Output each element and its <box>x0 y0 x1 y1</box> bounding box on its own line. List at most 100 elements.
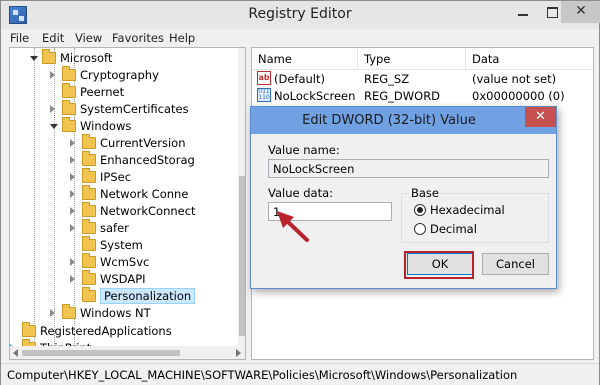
menu-help[interactable]: Help <box>169 31 195 45</box>
tree-horizontal-scrollbar[interactable] <box>10 346 245 359</box>
list-item[interactable]: ab (Default) REG_SZ (value not set) <box>252 71 593 87</box>
folder-icon <box>82 270 96 285</box>
tree-item[interactable]: EnhancedStorag <box>10 151 230 169</box>
ok-button-highlight <box>404 251 474 279</box>
expand-arrow-icon[interactable] <box>70 258 75 266</box>
cancel-button[interactable]: Cancel <box>482 253 549 275</box>
tree-item-label: Windows NT <box>80 306 151 320</box>
folder-icon <box>62 100 76 115</box>
value-name: NoLockScreen <box>274 89 356 103</box>
tree-item-label: safer <box>100 221 129 235</box>
expand-arrow-icon[interactable] <box>70 190 75 198</box>
menu-bar: File Edit View Favorites Help <box>1 29 599 49</box>
value-data: 0x00000000 (0) <box>472 89 565 103</box>
expand-arrow-icon[interactable] <box>70 224 75 232</box>
string-value-icon: ab <box>257 71 271 85</box>
dialog-close-button[interactable]: ✕ <box>525 107 556 127</box>
base-group-label: Base <box>409 186 442 200</box>
folder-icon <box>82 202 96 217</box>
tree-item[interactable]: safer <box>10 219 230 237</box>
tree-item[interactable]: System <box>10 236 230 254</box>
tree-item-label: Peernet <box>80 85 125 99</box>
folder-icon <box>82 185 96 200</box>
decimal-radio[interactable] <box>414 223 426 235</box>
tree-item[interactable]: CurrentVersion <box>10 134 230 152</box>
expand-arrow-icon[interactable] <box>50 105 55 113</box>
list-header: Name Type Data <box>252 48 593 70</box>
folder-icon <box>82 253 96 268</box>
folder-icon <box>62 117 76 132</box>
status-bar: Computer\HKEY_LOCAL_MACHINE\SOFTWARE\Pol… <box>1 363 599 385</box>
tree-item[interactable]: RegisteredApplications <box>10 322 230 340</box>
decimal-label[interactable]: Decimal <box>430 222 477 236</box>
column-header-type[interactable]: Type <box>364 52 390 66</box>
list-item[interactable]: 011 110 NoLockScreen REG_DWORD 0x0000000… <box>252 88 593 104</box>
value-name: (Default) <box>274 72 325 86</box>
folder-icon <box>62 66 76 81</box>
column-separator[interactable] <box>357 48 358 70</box>
scroll-left-arrow-icon[interactable] <box>13 349 18 357</box>
tree-item[interactable]: Cryptography <box>10 66 230 84</box>
expand-arrow-icon[interactable] <box>70 139 75 147</box>
tree-item[interactable]: Microsoft <box>10 49 230 67</box>
column-header-data[interactable]: Data <box>472 52 499 66</box>
tree-item[interactable]: SystemCertificates <box>10 100 230 118</box>
value-name-field: NoLockScreen <box>268 159 549 178</box>
tree-item-label: Network Conne <box>100 187 189 201</box>
tree-item-label: SystemCertificates <box>80 102 189 116</box>
hexadecimal-radio[interactable] <box>414 204 426 216</box>
menu-edit[interactable]: Edit <box>42 31 64 45</box>
expand-arrow-icon[interactable] <box>70 207 75 215</box>
tree-item[interactable]: NetworkConnect <box>10 202 230 220</box>
tree-item[interactable]: Peernet <box>10 83 230 101</box>
title-bar[interactable]: Registry Editor ✕ <box>1 1 600 29</box>
current-key-path: Computer\HKEY_LOCAL_MACHINE\SOFTWARE\Pol… <box>7 368 518 382</box>
expand-arrow-icon[interactable] <box>70 156 75 164</box>
minimize-button[interactable] <box>509 1 537 23</box>
expand-arrow-icon[interactable] <box>50 309 55 317</box>
registry-key-tree[interactable]: Microsoft Cryptography Peernet SystemCertif… <box>9 47 246 360</box>
folder-icon <box>82 168 96 183</box>
tree-item-label: NetworkConnect <box>100 204 196 218</box>
expand-arrow-icon[interactable] <box>70 275 75 283</box>
tree-horizontal-scroll-thumb[interactable] <box>22 350 180 356</box>
close-button[interactable]: ✕ <box>561 1 600 23</box>
tree-vertical-scrollbar[interactable] <box>238 48 245 346</box>
tree-item[interactable]: Windows NT <box>10 304 230 322</box>
column-separator[interactable] <box>465 48 466 70</box>
expand-arrow-icon[interactable] <box>50 71 55 79</box>
column-header-name[interactable]: Name <box>258 52 292 66</box>
tree-item[interactable]: Personalization <box>10 287 230 305</box>
collapse-arrow-icon[interactable] <box>50 124 58 129</box>
dialog-title-bar[interactable]: Edit DWORD (32-bit) Value ✕ <box>251 107 556 134</box>
tree-item-label: Windows <box>80 119 132 133</box>
folder-icon <box>62 83 76 98</box>
folder-icon <box>82 219 96 234</box>
tree-item-label: Microsoft <box>60 51 113 65</box>
menu-file[interactable]: File <box>10 31 29 45</box>
tree-item-label: WSDAPI <box>100 272 146 286</box>
expand-arrow-icon[interactable] <box>70 173 75 181</box>
tree-item[interactable]: IPSec <box>10 168 230 186</box>
tree-item-label: Personalization <box>100 288 196 304</box>
hexadecimal-label[interactable]: Hexadecimal <box>430 203 505 217</box>
folder-icon <box>82 287 96 302</box>
menu-view[interactable]: View <box>75 31 102 45</box>
tree-item-label: System <box>100 238 143 252</box>
tree-vertical-scroll-thumb[interactable] <box>239 176 245 336</box>
tree-item-label: CurrentVersion <box>100 136 186 150</box>
scroll-right-arrow-icon[interactable] <box>236 349 241 357</box>
value-type: REG_SZ <box>364 72 410 86</box>
tree-item-label: Cryptography <box>80 68 159 82</box>
tree-item[interactable]: Windows <box>10 117 230 135</box>
menu-favorites[interactable]: Favorites <box>112 31 164 45</box>
tree-item[interactable]: WSDAPI <box>10 270 230 288</box>
tree-item-label: WcmSvc <box>100 255 150 269</box>
tree-item[interactable]: WcmSvc <box>10 253 230 271</box>
tree-item-label: IPSec <box>100 170 132 184</box>
tree-item[interactable]: Network Conne <box>10 185 230 203</box>
tree-item-label: RegisteredApplications <box>40 324 172 338</box>
value-data: (value not set) <box>472 72 557 86</box>
folder-icon <box>82 134 96 149</box>
collapse-arrow-icon[interactable] <box>30 56 38 61</box>
